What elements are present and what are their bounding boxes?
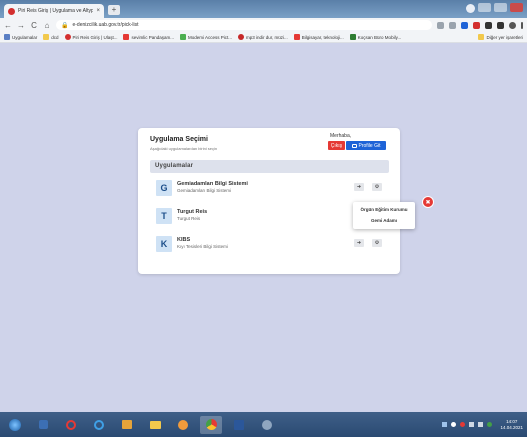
app-description: Gemiadamları Bilgi Sistemi	[177, 188, 232, 193]
maximize-button[interactable]	[494, 3, 507, 12]
folder-icon	[478, 34, 485, 40]
gear-icon[interactable]: ⚙	[372, 239, 382, 247]
extension-icon[interactable]	[461, 21, 468, 29]
bookmark-item[interactable]: Koçsan Büro Mobily...	[349, 34, 401, 40]
network-icon[interactable]	[469, 422, 475, 427]
app-name: KIBS	[177, 237, 191, 243]
tab-close-icon[interactable]: ×	[96, 8, 100, 14]
bookmark-item[interactable]: Bilgisayar, teknoloji...	[293, 34, 344, 40]
section-header: Uygulamalar	[150, 160, 389, 173]
home-button[interactable]: ⌂	[43, 21, 51, 30]
back-button[interactable]: ←	[4, 21, 12, 30]
internet-explorer-icon[interactable]	[88, 416, 110, 434]
account-icon[interactable]	[509, 21, 516, 29]
login-icon[interactable]: ➜	[354, 239, 364, 247]
minimize-button[interactable]	[478, 3, 491, 12]
window-close-button[interactable]	[510, 3, 523, 12]
app-description: Turgut Reis	[177, 216, 201, 221]
extensions-area	[437, 21, 523, 29]
window-controls	[478, 3, 523, 12]
dropdown-item[interactable]: Örgün Eğitim Kurumu	[353, 207, 415, 212]
browser-titlebar: Piri Reis Giriş | Uygulama ve Altyp... ×…	[0, 0, 527, 18]
lock-icon: 🔒	[61, 22, 69, 29]
browser-profile-icon[interactable]	[466, 4, 475, 13]
start-button[interactable]	[4, 416, 26, 434]
tab-title: Piri Reis Giriş | Uygulama ve Altyp...	[18, 8, 94, 14]
app-item[interactable]: K KIBS Kıyı Tesisleri Bilgi Sistemi ➜ ⚙	[150, 234, 389, 256]
windows-taskbar: 14:07 14.04.2021	[0, 412, 527, 437]
forward-button[interactable]: →	[17, 21, 25, 30]
app-name: Gemiadamları Bilgi Sistemi	[177, 181, 248, 187]
id-card-icon	[351, 143, 357, 148]
clock-date: 14.04.2021	[500, 424, 523, 430]
bookmarks-bar: Uygulamalar dcd Piri Reis Giriş | Ulaşt.…	[0, 32, 527, 43]
tray-icon[interactable]	[487, 422, 493, 427]
site-icon	[238, 34, 244, 40]
tray-icon[interactable]	[460, 422, 466, 427]
logout-button[interactable]: Çıkış	[328, 141, 345, 150]
app-icon[interactable]	[172, 416, 194, 434]
volume-icon[interactable]	[478, 422, 484, 427]
chrome-icon[interactable]	[200, 415, 222, 434]
app-letter-avatar: K	[156, 236, 172, 252]
settings-app-icon[interactable]	[256, 416, 278, 434]
app-selection-card: Uygulama Seçimi Aşağıdaki uygulamalardan…	[138, 128, 400, 274]
app-item[interactable]: G Gemiadamları Bilgi Sistemi Gemiadamlar…	[150, 178, 389, 200]
new-tab-button[interactable]: +	[108, 5, 120, 15]
tray-icon[interactable]	[442, 422, 448, 427]
browser-tab[interactable]: Piri Reis Giriş | Uygulama ve Altyp... ×	[4, 4, 104, 18]
url-text: e-denizcilik.uab.gov.tr/pick-list	[72, 22, 139, 28]
share-icon[interactable]	[437, 21, 444, 29]
gear-icon[interactable]: ⚙	[372, 183, 382, 191]
puzzle-icon[interactable]	[485, 21, 492, 29]
bookmark-item[interactable]: Modemi Access Pict...	[179, 34, 232, 40]
bookmark-item[interactable]: Uygulamalar	[4, 34, 37, 40]
page-subtitle: Aşağıdaki uygulamalardan birini seçin	[150, 146, 218, 151]
apps-icon	[4, 34, 10, 40]
reading-list-icon[interactable]	[497, 21, 504, 29]
profile-button-label: Profile Git	[358, 142, 381, 149]
greeting-text: Merhaba,	[330, 133, 352, 139]
app-description: Kıyı Tesisleri Bilgi Sistemi	[177, 244, 228, 249]
system-tray: 14:07 14.04.2021	[442, 419, 523, 431]
site-icon	[179, 34, 186, 40]
extension-icon[interactable]	[473, 21, 480, 29]
tray-icon[interactable]	[451, 422, 457, 427]
app-letter-avatar: G	[156, 180, 172, 196]
reload-button[interactable]: C	[30, 21, 38, 30]
other-bookmarks[interactable]: Diğer yer işaretleri	[478, 34, 523, 40]
star-icon[interactable]	[449, 21, 456, 29]
app-name: Turgut Reis	[177, 209, 208, 215]
page-title: Uygulama Seçimi	[150, 136, 208, 143]
outlook-icon[interactable]	[116, 416, 138, 434]
clock[interactable]: 14:07 14.04.2021	[500, 419, 523, 431]
bookmark-item[interactable]: Piri Reis Giriş | Ulaşt...	[64, 34, 117, 40]
favicon-icon	[8, 7, 15, 15]
close-dropdown-icon[interactable]: ✖	[423, 197, 433, 207]
role-dropdown-menu: Örgün Eğitim Kurumu Gemi Adamı	[353, 202, 415, 229]
dropdown-item[interactable]: Gemi Adamı	[353, 218, 415, 223]
menu-icon[interactable]	[521, 21, 523, 29]
folder-icon	[43, 34, 50, 40]
bookmark-item[interactable]: dcd	[43, 34, 59, 40]
media-player-icon[interactable]	[32, 416, 54, 434]
site-icon	[64, 34, 71, 40]
word-icon[interactable]	[228, 416, 250, 434]
site-icon	[123, 34, 130, 40]
browser-toolbar: ← → C ⌂ 🔒 e-denizcilik.uab.gov.tr/pick-l…	[0, 18, 527, 32]
bookmark-item[interactable]: mp3 indir dur, müzi...	[238, 34, 288, 40]
site-icon	[349, 34, 356, 40]
address-bar[interactable]: 🔒 e-denizcilik.uab.gov.tr/pick-list	[56, 20, 432, 30]
profile-button[interactable]: Profile Git	[346, 141, 386, 150]
bookmark-item[interactable]: sevimlic Pandaşam...	[123, 34, 174, 40]
folder-icon[interactable]	[144, 416, 166, 434]
app-letter-avatar: T	[156, 208, 172, 224]
login-icon[interactable]: ➜	[354, 183, 364, 191]
site-icon	[293, 34, 300, 40]
opera-icon[interactable]	[60, 416, 82, 434]
